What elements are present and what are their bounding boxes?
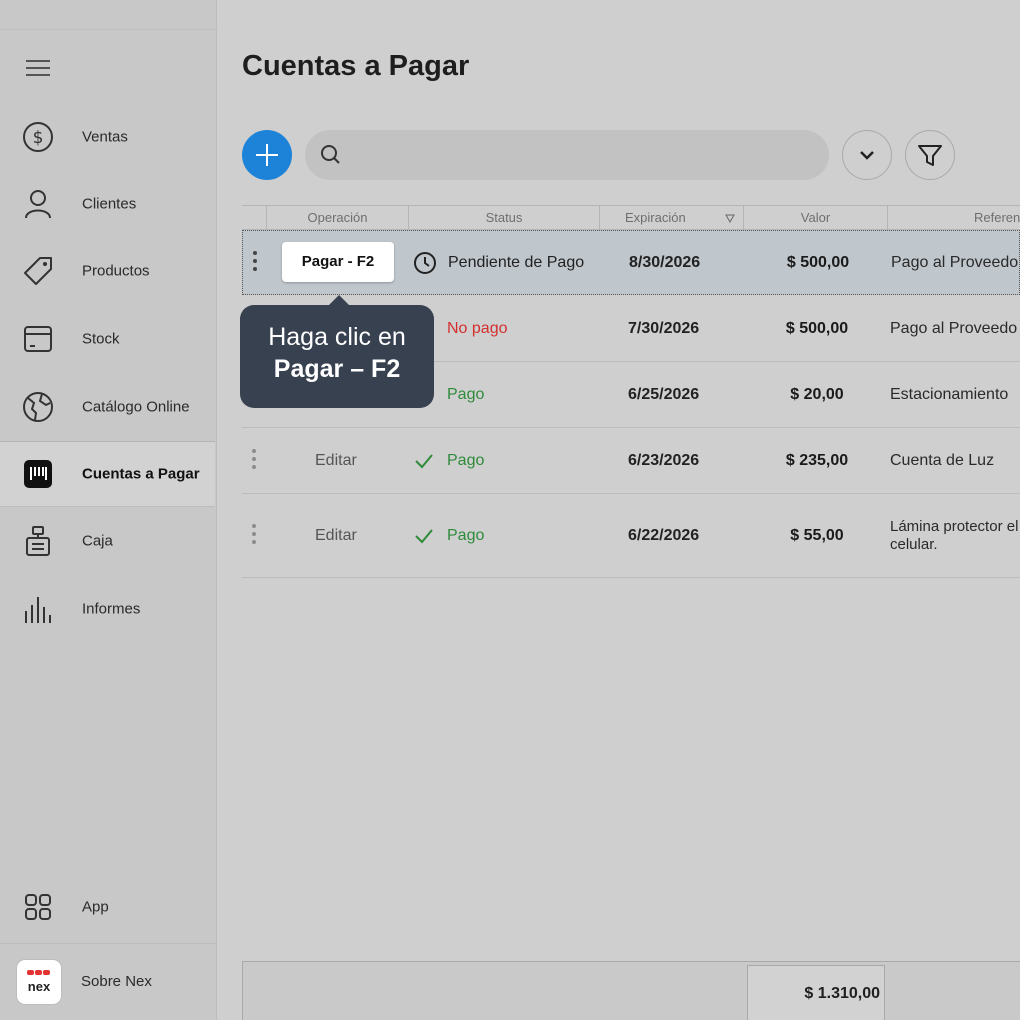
status-text: Pago — [447, 451, 485, 469]
header-valor[interactable]: Valor — [743, 206, 887, 230]
pagar-tooltip: Haga clic en Pagar – F2 — [240, 295, 434, 408]
sidebar-item-ventas[interactable]: $ Ventas — [0, 104, 215, 170]
more-options-icon[interactable] — [252, 448, 257, 473]
expiration-date: 6/25/2026 — [628, 385, 700, 403]
page-title: Cuentas a Pagar — [242, 50, 470, 82]
sidebar-item-label: Informes — [82, 600, 141, 618]
sidebar-item-label: Clientes — [82, 195, 137, 213]
sidebar: $ Ventas Clientes Productos Stock Catálo… — [0, 0, 217, 1020]
reference: Lámina protector el celular. — [890, 517, 1019, 553]
svg-text:$: $ — [33, 128, 44, 148]
header-operacion[interactable]: Operación — [266, 206, 408, 230]
sidebar-item-label: Ventas — [82, 128, 128, 146]
table-header: Operación Status Expiración Valor Refere… — [242, 205, 1020, 230]
tooltip-line-2: Pagar – F2 — [273, 355, 401, 383]
expiration-date: 6/23/2026 — [628, 451, 700, 469]
cash-register-icon — [26, 526, 50, 556]
reference: Pago al Proveedo — [891, 253, 1019, 271]
total-amount: $ 1.310,00 — [747, 965, 885, 1020]
sidebar-item-label: Catálogo Online — [82, 398, 190, 416]
user-icon — [25, 190, 51, 219]
header-expiracion[interactable]: Expiración — [599, 206, 743, 230]
amount: $ 500,00 — [786, 253, 850, 271]
sort-triangle-icon[interactable] — [725, 214, 735, 223]
expiration-date: 8/30/2026 — [629, 253, 701, 271]
sidebar-item-cuentas-a-pagar[interactable]: Cuentas a Pagar — [0, 441, 215, 507]
menu-icon[interactable] — [26, 60, 50, 78]
plus-icon — [256, 144, 278, 166]
sidebar-top-divider — [0, 29, 217, 30]
pagar-button[interactable]: Pagar - F2 — [282, 242, 394, 282]
edit-button[interactable]: Editar — [315, 452, 357, 470]
header-status[interactable]: Status — [408, 206, 599, 230]
more-options-icon[interactable] — [253, 250, 258, 275]
edit-button[interactable]: Editar — [315, 527, 357, 545]
expiration-date: 6/22/2026 — [628, 526, 700, 544]
globe-icon — [23, 392, 53, 422]
sidebar-item-label: Stock — [82, 330, 120, 348]
expand-button[interactable] — [842, 130, 892, 180]
sidebar-item-label: App — [82, 898, 109, 916]
box-icon — [24, 326, 52, 352]
amount: $ 55,00 — [790, 526, 844, 544]
sobre-nex-label[interactable]: Sobre Nex — [81, 973, 152, 990]
barcode-icon — [24, 460, 52, 488]
sidebar-item-app[interactable]: App — [0, 874, 215, 940]
sidebar-item-productos[interactable]: Productos — [0, 238, 215, 304]
amount: $ 20,00 — [790, 385, 844, 403]
tooltip-line-1: Haga clic en — [268, 323, 406, 351]
clock-icon — [414, 251, 436, 274]
header-expiracion-label: Expiración — [625, 210, 686, 225]
bar-chart-icon — [25, 597, 51, 623]
add-button[interactable] — [242, 130, 292, 180]
filter-button[interactable] — [905, 130, 955, 180]
table-row[interactable]: Pagar - F2 Pendiente de Pago 8/30/2026 $… — [242, 230, 1020, 295]
sidebar-item-label: Caja — [82, 532, 113, 550]
table-footer: $ 1.310,00 — [242, 961, 1020, 1020]
status-text: Pago — [447, 385, 485, 403]
amount: $ 235,00 — [785, 451, 849, 469]
reference: Estacionamiento — [890, 385, 1009, 403]
sidebar-item-label: Productos — [82, 262, 150, 280]
header-referencia[interactable]: Referen — [887, 206, 1020, 230]
filter-icon — [918, 145, 942, 166]
apps-grid-icon — [25, 894, 51, 920]
status-text: No pago — [447, 319, 508, 337]
reference: Pago al Proveedo — [890, 319, 1018, 337]
sidebar-item-catalogo-online[interactable]: Catálogo Online — [0, 374, 215, 440]
table-row[interactable]: Editar Pago 6/23/2026 $ 235,00 Cuenta de… — [242, 428, 1020, 494]
payables-table: Operación Status Expiración Valor Refere… — [242, 205, 1020, 578]
nex-logo[interactable]: nex — [17, 960, 61, 1004]
chevron-down-icon — [860, 151, 874, 160]
sidebar-bottom-divider — [0, 943, 217, 944]
dollar-circle-icon: $ — [23, 122, 53, 152]
search-icon — [321, 145, 340, 164]
expiration-date: 7/30/2026 — [628, 319, 700, 337]
nex-logo-text: nex — [27, 979, 51, 994]
amount: $ 500,00 — [785, 319, 849, 337]
table-row[interactable]: Editar Pago 6/22/2026 $ 55,00 Lámina pro… — [242, 494, 1020, 578]
tag-icon — [24, 257, 52, 285]
sidebar-item-informes[interactable]: Informes — [0, 576, 215, 642]
status-text: Pago — [447, 526, 485, 544]
status-text: Pendiente de Pago — [448, 253, 585, 271]
more-options-icon[interactable] — [252, 523, 257, 548]
sidebar-item-clientes[interactable]: Clientes — [0, 171, 215, 237]
reference: Cuenta de Luz — [890, 451, 995, 469]
sidebar-item-stock[interactable]: Stock — [0, 306, 215, 372]
sidebar-item-label: Cuentas a Pagar — [82, 465, 200, 483]
sidebar-item-caja[interactable]: Caja — [0, 508, 215, 574]
check-icon — [415, 528, 433, 543]
search-input[interactable] — [305, 130, 829, 180]
check-icon — [415, 453, 433, 468]
